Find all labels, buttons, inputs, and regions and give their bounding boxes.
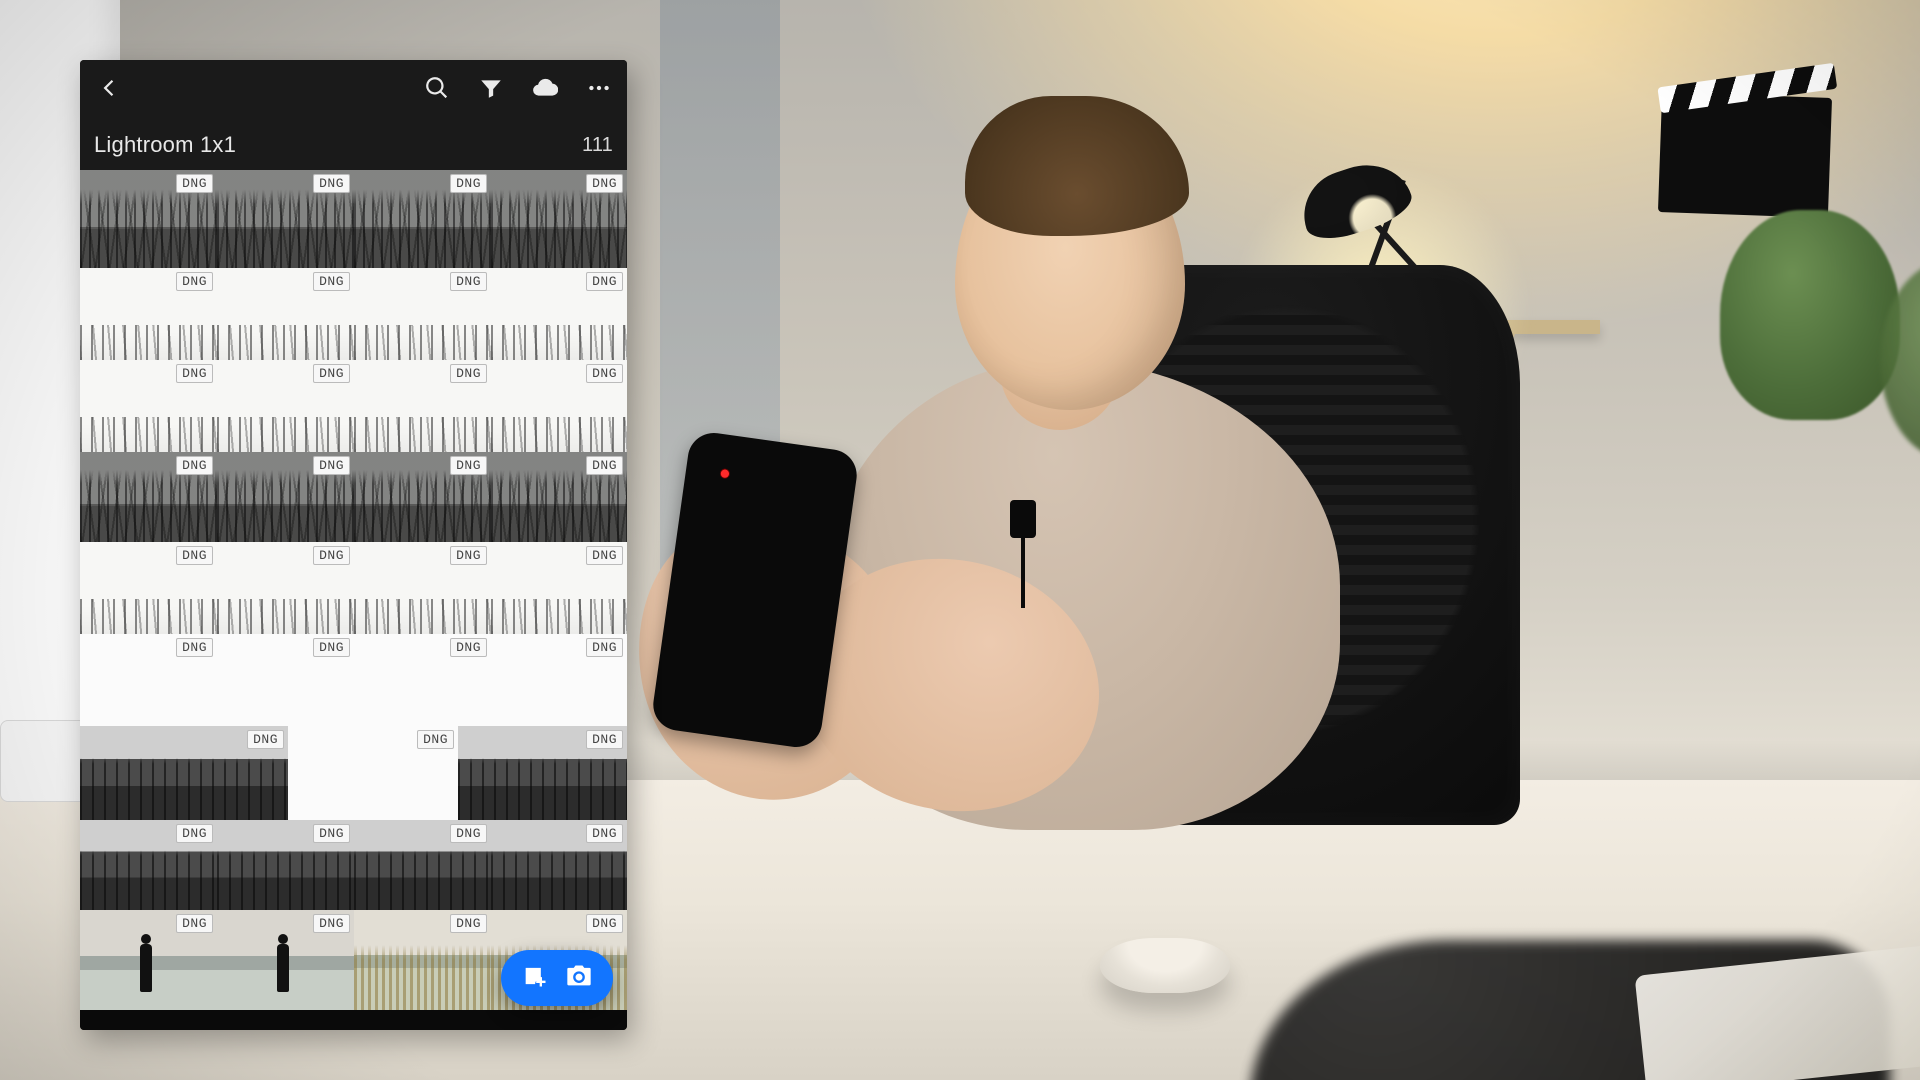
app-toolbar bbox=[80, 60, 627, 120]
photo-thumbnail[interactable]: DNG bbox=[354, 452, 493, 544]
photo-thumbnail[interactable]: DNG bbox=[354, 910, 493, 1012]
photo-grid[interactable]: DNG DNG DNG DNG DNG DNG DNG DNG DNG DNG DNG DNG DNG D… bbox=[80, 170, 627, 1030]
photo-thumbnail[interactable]: DNG bbox=[354, 170, 493, 270]
photo-thumbnail[interactable]: DNG bbox=[80, 268, 219, 362]
thumbnail-figure bbox=[277, 944, 289, 992]
file-format-badge: DNG bbox=[450, 456, 487, 475]
file-format-badge: DNG bbox=[450, 272, 487, 291]
search-button[interactable] bbox=[415, 68, 459, 112]
photo-thumbnail[interactable]: DNG bbox=[217, 360, 356, 454]
album-title: Lightroom 1x1 bbox=[94, 132, 236, 158]
filter-icon bbox=[478, 75, 504, 106]
photo-thumbnail[interactable]: DNG bbox=[217, 542, 356, 636]
photo-thumbnail[interactable]: DNG bbox=[354, 542, 493, 636]
photo-thumbnail[interactable]: DNG bbox=[491, 820, 627, 912]
lightroom-app-window: Lightroom 1x1 111 DNGDNGDNGDNGDNGDNGDNGD… bbox=[80, 60, 627, 1030]
file-format-badge: DNG bbox=[586, 456, 623, 475]
file-format-badge: DNG bbox=[586, 174, 623, 193]
file-format-badge: DNG bbox=[450, 174, 487, 193]
more-icon bbox=[586, 75, 612, 106]
file-format-badge: DNG bbox=[450, 824, 487, 843]
cloud-icon bbox=[532, 75, 558, 106]
file-format-badge: DNG bbox=[176, 272, 213, 291]
photo-thumbnail[interactable]: DNG bbox=[217, 910, 356, 1012]
file-format-badge: DNG bbox=[313, 174, 350, 193]
open-camera-button[interactable] bbox=[557, 960, 601, 996]
photo-thumbnail[interactable]: DNG bbox=[80, 360, 219, 454]
filter-button[interactable] bbox=[469, 68, 513, 112]
file-format-badge: DNG bbox=[586, 914, 623, 933]
photo-thumbnail[interactable]: DNG bbox=[458, 726, 627, 822]
clapperboard bbox=[1658, 92, 1832, 218]
photo-thumbnail[interactable]: DNG bbox=[491, 542, 627, 636]
photo-thumbnail[interactable]: DNG bbox=[288, 726, 460, 822]
photo-thumbnail[interactable]: DNG bbox=[217, 634, 356, 728]
photo-thumbnail[interactable]: DNG bbox=[217, 268, 356, 362]
photo-thumbnail[interactable]: DNG bbox=[217, 170, 356, 270]
power-strip bbox=[0, 720, 92, 802]
photo-thumbnail[interactable]: DNG bbox=[80, 170, 219, 270]
file-format-badge: DNG bbox=[313, 364, 350, 383]
chevron-left-icon bbox=[95, 75, 121, 106]
search-icon bbox=[424, 75, 450, 106]
photo-thumbnail[interactable]: DNG bbox=[80, 634, 219, 728]
photo-thumbnail[interactable]: DNG bbox=[217, 820, 356, 912]
photo-thumbnail[interactable]: DNG bbox=[491, 170, 627, 270]
file-format-badge: DNG bbox=[176, 456, 213, 475]
photo-thumbnail[interactable]: DNG bbox=[80, 726, 290, 822]
photo-thumbnail[interactable]: DNG bbox=[491, 360, 627, 454]
photo-thumbnail[interactable]: DNG bbox=[80, 910, 219, 1012]
more-button[interactable] bbox=[577, 68, 621, 112]
photo-thumbnail[interactable]: DNG bbox=[354, 268, 493, 362]
file-format-badge: DNG bbox=[450, 914, 487, 933]
file-format-badge: DNG bbox=[450, 364, 487, 383]
file-format-badge: DNG bbox=[586, 730, 623, 749]
file-format-badge: DNG bbox=[313, 914, 350, 933]
file-format-badge: DNG bbox=[176, 638, 213, 657]
file-format-badge: DNG bbox=[586, 272, 623, 291]
file-format-badge: DNG bbox=[586, 824, 623, 843]
photo-count: 111 bbox=[582, 134, 613, 157]
file-format-badge: DNG bbox=[176, 546, 213, 565]
add-fab bbox=[501, 950, 613, 1006]
photo-thumbnail[interactable]: DNG bbox=[354, 360, 493, 454]
file-format-badge: DNG bbox=[313, 638, 350, 657]
potted-plant bbox=[1720, 210, 1900, 420]
file-format-badge: DNG bbox=[176, 824, 213, 843]
coffee-mug bbox=[1100, 938, 1230, 993]
import-photo-button[interactable] bbox=[513, 960, 557, 996]
file-format-badge: DNG bbox=[247, 730, 284, 749]
camera-icon bbox=[565, 962, 593, 995]
thumbnail-figure bbox=[140, 944, 152, 992]
file-format-badge: DNG bbox=[586, 364, 623, 383]
cloud-sync-button[interactable] bbox=[523, 68, 567, 112]
file-format-badge: DNG bbox=[313, 824, 350, 843]
file-format-badge: DNG bbox=[176, 914, 213, 933]
file-format-badge: DNG bbox=[586, 638, 623, 657]
lav-mic bbox=[1010, 500, 1036, 538]
photo-thumbnail[interactable]: DNG bbox=[354, 634, 493, 728]
photo-thumbnail[interactable]: DNG bbox=[80, 820, 219, 912]
photo-thumbnail[interactable]: DNG bbox=[491, 452, 627, 544]
file-format-badge: DNG bbox=[176, 174, 213, 193]
photo-thumbnail[interactable]: DNG bbox=[80, 452, 219, 544]
file-format-badge: DNG bbox=[417, 730, 454, 749]
album-header[interactable]: Lightroom 1x1 111 bbox=[80, 120, 627, 171]
file-format-badge: DNG bbox=[586, 546, 623, 565]
file-format-badge: DNG bbox=[450, 546, 487, 565]
photo-thumbnail[interactable]: DNG bbox=[80, 542, 219, 636]
photo-thumbnail[interactable]: DNG bbox=[491, 634, 627, 728]
add-photo-icon bbox=[521, 962, 549, 995]
photo-thumbnail[interactable]: DNG bbox=[354, 820, 493, 912]
file-format-badge: DNG bbox=[313, 456, 350, 475]
photo-thumbnail[interactable]: DNG bbox=[491, 268, 627, 362]
file-format-badge: DNG bbox=[450, 638, 487, 657]
file-format-badge: DNG bbox=[313, 272, 350, 291]
photo-thumbnail[interactable]: DNG bbox=[217, 452, 356, 544]
back-button[interactable] bbox=[86, 68, 130, 112]
file-format-badge: DNG bbox=[176, 364, 213, 383]
file-format-badge: DNG bbox=[313, 546, 350, 565]
